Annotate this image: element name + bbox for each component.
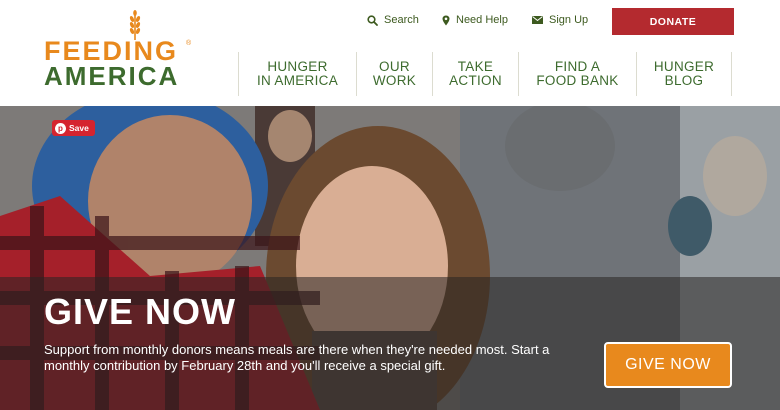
hero-banner: p Save GIVE NOW Support from monthly don… [0,106,780,410]
search-link[interactable]: Search [367,14,419,26]
search-icon [367,14,378,26]
nav-item-take-action[interactable]: TAKE ACTION [432,52,518,96]
sign-up-link-label: Sign Up [549,14,589,26]
nav-item-hunger-blog[interactable]: HUNGER BLOG [636,52,732,96]
nav-item-hunger-in-america[interactable]: HUNGER IN AMERICA [238,52,356,96]
give-now-button[interactable]: GIVE NOW [604,342,732,388]
search-link-label: Search [384,14,419,26]
need-help-link-label: Need Help [456,14,508,26]
hero-description: Support from monthly donors means meals … [44,342,550,373]
hero-title: GIVE NOW [44,291,237,332]
pinterest-save-label: Save [69,123,89,133]
logo-registered-mark: ® [186,40,192,47]
nav-item-find-a-food-bank[interactable]: FIND A FOOD BANK [518,52,636,96]
main-nav: HUNGER IN AMERICA OUR WORK TAKE ACTION F… [238,52,732,96]
pinterest-icon: p [55,122,66,134]
envelope-icon [532,16,543,24]
need-help-link[interactable]: Need Help [442,14,508,26]
map-pin-icon [442,15,450,25]
site-header: FEEDING ® AMERICA Search Need Help Sign … [0,0,780,106]
logo-text-america: AMERICA [44,61,180,91]
feeding-america-logo[interactable]: FEEDING ® AMERICA [44,10,194,91]
nav-item-our-work[interactable]: OUR WORK [356,52,432,96]
donate-button[interactable]: DONATE [612,8,734,35]
pinterest-save-button[interactable]: p Save [52,120,95,136]
sign-up-link[interactable]: Sign Up [532,14,588,26]
